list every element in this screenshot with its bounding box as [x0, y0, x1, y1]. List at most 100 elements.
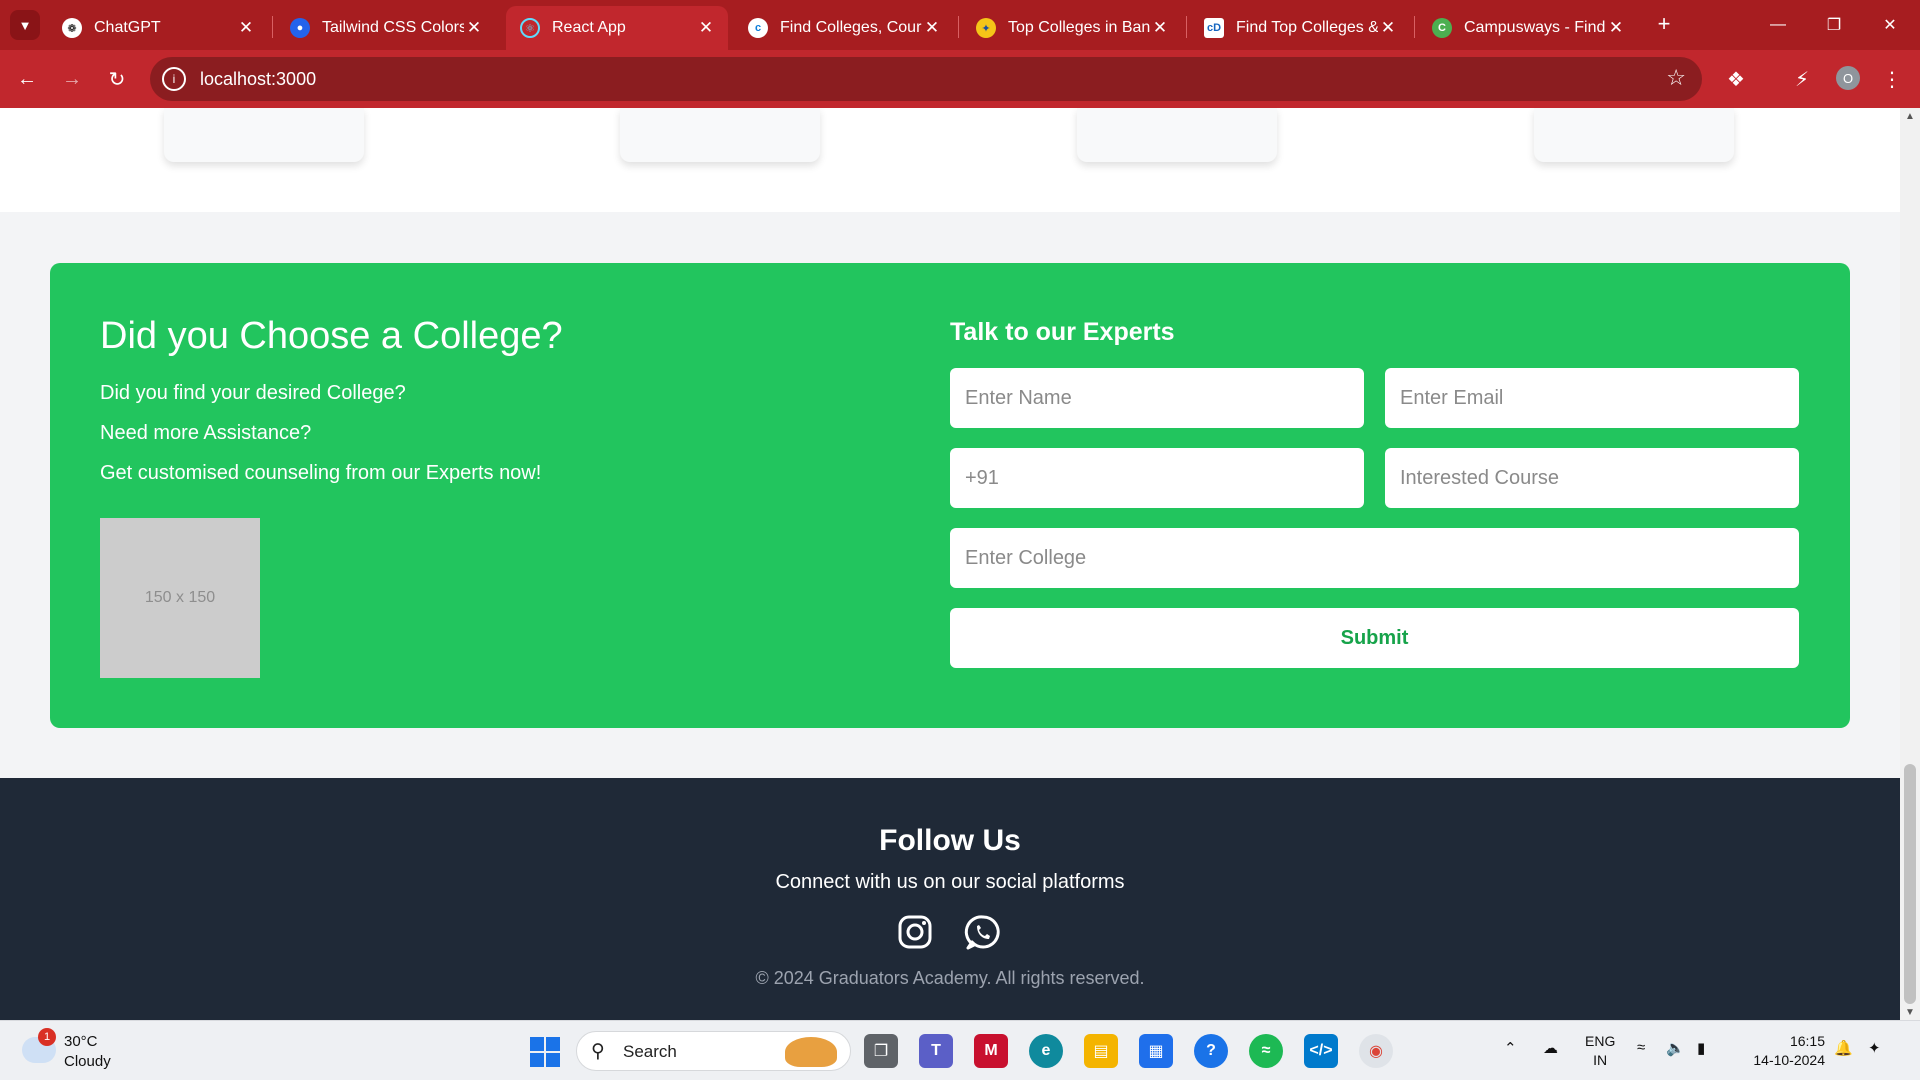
battery-icon[interactable]: ▮	[1697, 1039, 1705, 1057]
search-label: Search	[623, 1042, 677, 1061]
close-icon[interactable]: ✕	[922, 18, 942, 38]
close-icon[interactable]: ✕	[696, 18, 716, 38]
microsoft-store-icon[interactable]: ▦	[1139, 1034, 1173, 1068]
email-input[interactable]	[1385, 368, 1799, 428]
tab-top-colleges[interactable]: ✦ Top Colleges in Bang ✕	[962, 6, 1182, 50]
scroll-down-icon[interactable]: ▼	[1900, 1004, 1920, 1020]
reload-icon[interactable]: ↻	[100, 62, 134, 96]
college-input[interactable]	[950, 528, 1799, 588]
volume-icon[interactable]: 🔈	[1666, 1039, 1685, 1057]
page-scrollbar[interactable]: ▲ ▼	[1900, 108, 1920, 1020]
tab-tailwind[interactable]: ● Tailwind CSS Colors - ✕	[276, 6, 496, 50]
tab-separator	[1186, 16, 1187, 38]
wifi-icon[interactable]: ≈	[1637, 1039, 1645, 1056]
forward-arrow-icon[interactable]: →	[55, 62, 89, 96]
instagram-icon[interactable]	[895, 912, 935, 952]
teams-icon[interactable]: T	[919, 1034, 953, 1068]
copilot-icon[interactable]: ✦	[1868, 1039, 1881, 1057]
close-icon[interactable]: ✕	[1378, 18, 1398, 38]
cta-text: Get customised counseling from our Exper…	[100, 462, 542, 484]
card	[1077, 108, 1277, 162]
placeholder-image: 150 x 150	[100, 518, 260, 678]
spotify-icon[interactable]: ≈	[1249, 1034, 1283, 1068]
search-icon: ⚲	[591, 1041, 605, 1062]
course-input[interactable]	[1385, 448, 1799, 508]
new-tab-icon[interactable]: +	[1650, 10, 1678, 38]
tab-chatgpt[interactable]: ❁ ChatGPT ✕	[48, 6, 268, 50]
mcafee-icon[interactable]: M	[974, 1034, 1008, 1068]
language-indicator[interactable]: ENG IN	[1585, 1032, 1615, 1070]
cards-section	[0, 108, 1900, 212]
minimize-icon[interactable]: —	[1758, 8, 1798, 42]
extensions-icon[interactable]: ❖	[1719, 62, 1753, 96]
cta-text: Need more Assistance?	[100, 422, 312, 444]
section-title: Did you Choose a College?	[100, 315, 563, 357]
cta-text: Did you find your desired College?	[100, 382, 406, 404]
tab-title: Find Top Colleges &	[1236, 19, 1378, 36]
tab-campusways[interactable]: C Campusways - Find C ✕	[1418, 6, 1638, 50]
address-bar[interactable]: i localhost:3000 ☆	[150, 57, 1702, 101]
tab-separator	[1414, 16, 1415, 38]
clock-date: 14-10-2024	[1753, 1052, 1825, 1068]
onedrive-icon[interactable]: ☁	[1543, 1039, 1558, 1057]
more-options-icon[interactable]: ⋮	[1875, 62, 1909, 96]
window-close-icon[interactable]: ✕	[1870, 8, 1910, 42]
notification-bell-icon[interactable]: 🔔	[1834, 1039, 1853, 1057]
task-view-icon[interactable]: ❐	[864, 1034, 898, 1068]
card	[620, 108, 820, 162]
restore-icon[interactable]: ❐	[1814, 8, 1854, 42]
show-hidden-icons-icon[interactable]: ⌃	[1504, 1039, 1517, 1057]
phone-input[interactable]	[950, 448, 1364, 508]
windows-start-icon[interactable]	[530, 1037, 560, 1067]
vscode-icon[interactable]: </>	[1304, 1034, 1338, 1068]
profile-avatar[interactable]: O	[1836, 66, 1860, 90]
notification-badge: 1	[38, 1028, 56, 1046]
url-text[interactable]: localhost:3000	[200, 69, 316, 90]
whatsapp-icon[interactable]	[963, 912, 1003, 952]
tab-find-colleges[interactable]: c Find Colleges, Course ✕	[734, 6, 954, 50]
footer: Follow Us Connect with us on our social …	[0, 778, 1900, 1020]
campusways-icon: C	[1432, 18, 1452, 38]
form-title: Talk to our Experts	[950, 318, 1175, 346]
taskbar: 1 30°C Cloudy ⚲ Search ❐ T M e ▤ ▦ ? ≈ <…	[0, 1020, 1920, 1080]
performance-icon[interactable]: ⚡	[1785, 62, 1819, 96]
search-highlight-image	[785, 1037, 837, 1067]
tab-react-app[interactable]: ⚛ React App ✕	[506, 6, 728, 50]
clock-time: 16:15	[1789, 1033, 1825, 1049]
name-input[interactable]	[950, 368, 1364, 428]
weather-condition[interactable]: Cloudy	[64, 1053, 111, 1070]
scroll-up-icon[interactable]: ▲	[1900, 108, 1920, 124]
tab-title: Top Colleges in Bang	[1008, 19, 1150, 36]
tab-separator	[272, 16, 273, 38]
chrome-icon[interactable]: ◉	[1359, 1034, 1393, 1068]
tab-strip: ▼ ❁ ChatGPT ✕ ● Tailwind CSS Colors - ✕ …	[0, 0, 1920, 50]
help-icon[interactable]: ?	[1194, 1034, 1228, 1068]
system-clock[interactable]: 16:15 14-10-2024	[1735, 1032, 1825, 1070]
back-arrow-icon[interactable]: ←	[10, 62, 44, 96]
footer-title: Follow Us	[879, 824, 1021, 857]
tab-title: React App	[552, 19, 626, 36]
counseling-section: Did you Choose a College? Did you find y…	[50, 263, 1850, 728]
page-viewport: Did you Choose a College? Did you find y…	[0, 108, 1900, 1020]
weather-temperature[interactable]: 30°C	[64, 1033, 98, 1050]
close-icon[interactable]: ✕	[1150, 18, 1170, 38]
site-info-icon[interactable]: i	[162, 67, 186, 91]
region-code: IN	[1593, 1052, 1608, 1068]
tab-title: Tailwind CSS Colors -	[322, 19, 464, 36]
shiksha-icon: ✦	[976, 18, 996, 38]
close-icon[interactable]: ✕	[1606, 18, 1626, 38]
bookmark-star-icon[interactable]: ☆	[1666, 65, 1686, 91]
edge-icon[interactable]: e	[1029, 1034, 1063, 1068]
taskbar-search[interactable]: ⚲ Search	[576, 1031, 851, 1071]
tab-find-top-colleges[interactable]: cD Find Top Colleges & ✕	[1190, 6, 1410, 50]
tab-separator	[958, 16, 959, 38]
chatgpt-icon: ❁	[62, 18, 82, 38]
scroll-thumb[interactable]	[1904, 764, 1916, 1004]
close-icon[interactable]: ✕	[464, 18, 484, 38]
tab-title: Find Colleges, Course	[780, 19, 922, 36]
tailwind-icon: ●	[290, 18, 310, 38]
close-icon[interactable]: ✕	[236, 18, 256, 38]
tab-search-button[interactable]: ▼	[10, 10, 40, 40]
submit-button[interactable]: Submit	[950, 608, 1799, 668]
file-explorer-icon[interactable]: ▤	[1084, 1034, 1118, 1068]
